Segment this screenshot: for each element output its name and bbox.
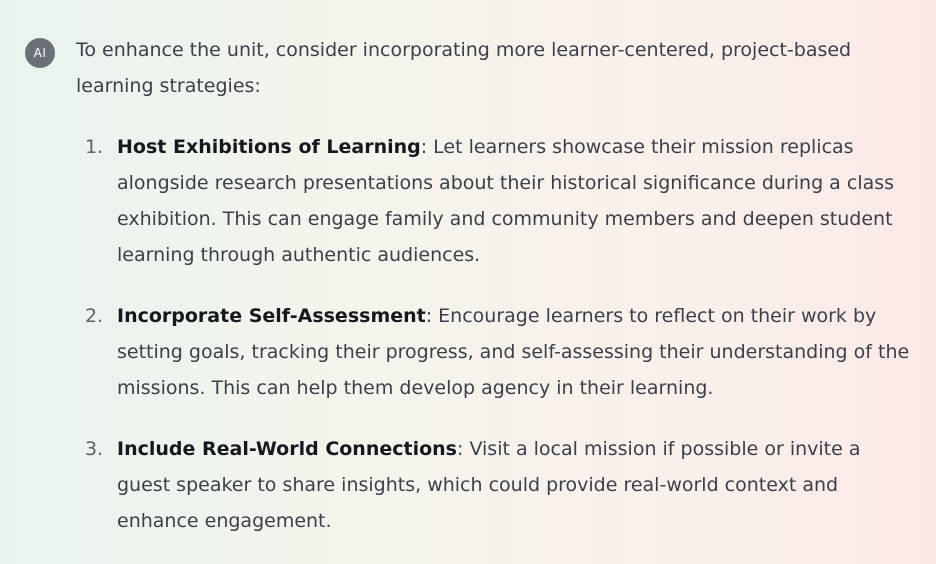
list-item: 3. Include Real-World Connections: Visit… [0, 431, 917, 539]
list-item-number: 3. [85, 438, 104, 460]
list-item-number: 1. [85, 136, 104, 158]
list-item: 1. Host Exhibitions of Learning: Let lea… [0, 129, 917, 273]
ai-avatar: AI [25, 38, 55, 68]
list-item-number: 2. [85, 305, 104, 327]
list-item-title: Incorporate Self-Assessment [117, 305, 426, 327]
message-intro: To enhance the unit, consider incorporat… [76, 39, 852, 97]
list-item: 2. Incorporate Self-Assessment: Encourag… [0, 298, 917, 406]
list-item-title: Host Exhibitions of Learning [117, 136, 421, 158]
list-item-title: Include Real-World Connections [117, 438, 457, 460]
assistant-message: AI To enhance the unit, consider incorpo… [0, 0, 936, 550]
suggestion-list: 1. Host Exhibitions of Learning: Let lea… [0, 129, 936, 564]
